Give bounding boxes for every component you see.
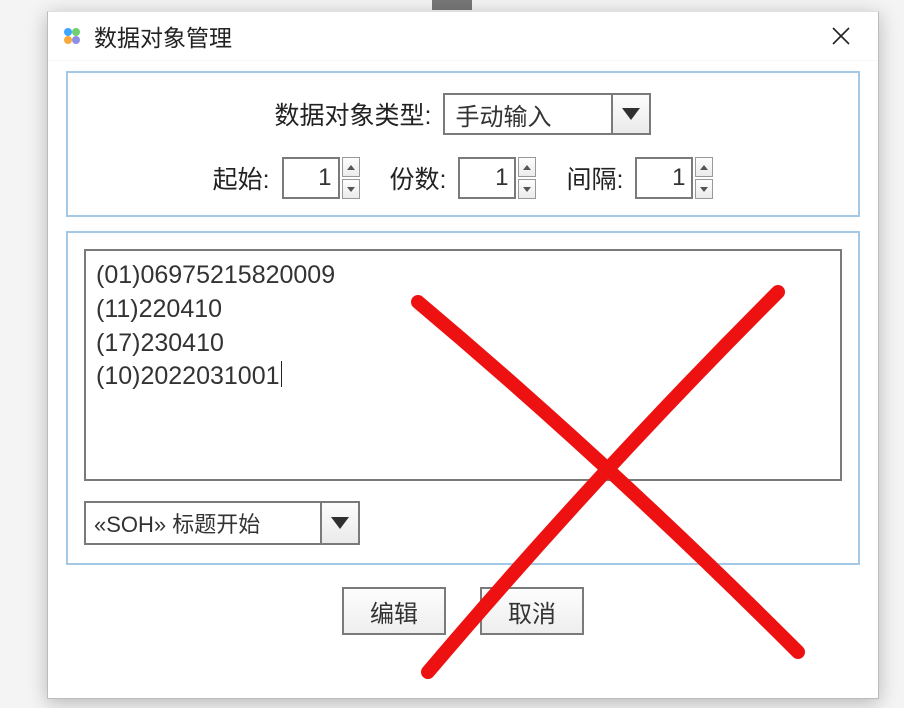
edit-button[interactable]: 编辑 [342, 587, 446, 635]
titlebar: 数据对象管理 [48, 12, 878, 61]
type-row: 数据对象类型: 手动输入 [78, 93, 848, 135]
copies-down-button[interactable] [518, 179, 536, 199]
copies-spinner[interactable]: 1 [458, 157, 536, 199]
start-down-button[interactable] [342, 179, 360, 199]
start-up-button[interactable] [342, 157, 360, 177]
copies-label: 份数: [390, 160, 447, 196]
window-title: 数据对象管理 [94, 19, 818, 53]
chevron-down-icon [700, 187, 708, 192]
copies-spin-buttons [518, 157, 536, 199]
body-panel: (01)06975215820009 (11)220410 (17)230410… [66, 231, 860, 565]
interval-spinner[interactable]: 1 [635, 157, 713, 199]
soh-combobox-value: «SOH» 标题开始 [84, 501, 320, 545]
dialog-window: 数据对象管理 数据对象类型: 手动输入 起始: 1 [47, 11, 879, 699]
close-icon [831, 26, 851, 46]
textarea-line: (01)06975215820009 [96, 261, 335, 289]
interval-spin-buttons [695, 157, 713, 199]
start-spinner[interactable]: 1 [282, 157, 360, 199]
start-label: 起始: [213, 160, 270, 196]
type-combobox-button[interactable] [611, 93, 651, 135]
text-caret [281, 361, 282, 387]
textarea-line: (10)2022031001 [96, 362, 280, 390]
chevron-down-icon [622, 108, 640, 120]
textarea-line: (17)230410 [96, 329, 224, 357]
soh-combobox[interactable]: «SOH» 标题开始 [84, 501, 360, 545]
edit-button-label: 编辑 [370, 594, 418, 629]
chevron-down-icon [347, 187, 355, 192]
type-label: 数据对象类型: [275, 96, 432, 132]
data-textarea[interactable]: (01)06975215820009 (11)220410 (17)230410… [84, 249, 842, 481]
interval-up-button[interactable] [695, 157, 713, 177]
copies-value[interactable]: 1 [458, 157, 516, 199]
start-value[interactable]: 1 [282, 157, 340, 199]
close-button[interactable] [818, 16, 864, 56]
copies-up-button[interactable] [518, 157, 536, 177]
cancel-button-label: 取消 [508, 594, 556, 629]
soh-combobox-button[interactable] [320, 501, 360, 545]
background-clutter [432, 0, 472, 10]
footer-buttons: 编辑 取消 [48, 587, 878, 635]
numbers-row: 起始: 1 份数: 1 间隔: 1 [78, 157, 848, 199]
chevron-up-icon [347, 165, 355, 170]
type-combobox-value: 手动输入 [443, 93, 611, 135]
interval-label: 间隔: [566, 160, 623, 196]
textarea-line: (11)220410 [96, 295, 222, 323]
cancel-button[interactable]: 取消 [480, 587, 584, 635]
app-icon [58, 22, 86, 50]
chevron-up-icon [700, 165, 708, 170]
interval-value[interactable]: 1 [635, 157, 693, 199]
chevron-down-icon [523, 187, 531, 192]
chevron-up-icon [523, 165, 531, 170]
chevron-down-icon [331, 517, 349, 529]
interval-down-button[interactable] [695, 179, 713, 199]
header-panel: 数据对象类型: 手动输入 起始: 1 份数: 1 [66, 71, 860, 217]
start-spin-buttons [342, 157, 360, 199]
type-combobox[interactable]: 手动输入 [443, 93, 651, 135]
